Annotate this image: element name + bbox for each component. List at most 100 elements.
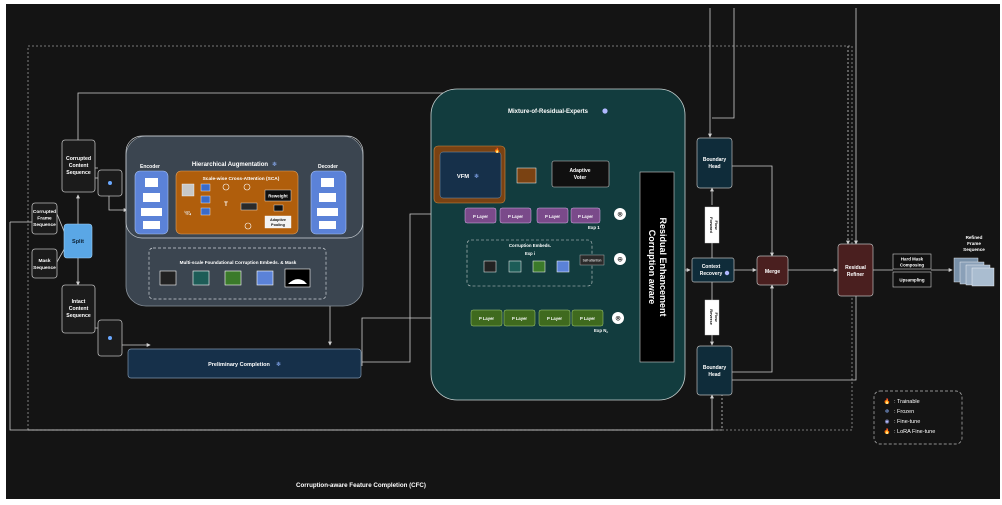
- split-label: Split: [72, 239, 84, 245]
- corrupted-content-label-1: Corrupted: [66, 156, 91, 162]
- fine-tune-icon: [108, 181, 112, 185]
- svg-text:P Layer: P Layer: [547, 316, 562, 321]
- legend-label: : Frozen: [894, 409, 914, 415]
- boundary-head-bottom: Boundary Head: [696, 345, 733, 396]
- adaptive-voter-label-2: Voter: [574, 175, 586, 181]
- self-attention-label: Self-attention: [583, 259, 602, 263]
- snowflake-icon: ❄: [276, 361, 281, 368]
- intact-content-label-1: Intact: [72, 299, 86, 305]
- residual-enhancement-label-2: Residual Enhancement: [658, 217, 668, 316]
- svg-text:⊗: ⊗: [617, 212, 623, 219]
- lora-icon: 🔥: [494, 147, 500, 154]
- svg-text:Merge: Merge: [765, 269, 780, 275]
- legend-label: : Fine-tune: [894, 419, 920, 425]
- add-operator: ⊕: [614, 253, 626, 265]
- snowflake-icon: ❄: [272, 161, 277, 168]
- hierarchical-augmentation-title: Hierarchical Augmentation: [192, 162, 268, 168]
- snowflake-icon: ❄: [885, 408, 890, 415]
- corruption-embeds-label: Corruption Embeds.: [509, 243, 551, 248]
- p-layer-top-1: P Layer: [464, 207, 497, 224]
- p-layer-top-4: P Layer: [570, 207, 601, 224]
- corrupted-content-label-2: Content: [69, 163, 89, 169]
- sca-block: Scale-wise Cross-Attention (SCA) T Rewei…: [175, 170, 299, 235]
- encoder-input-small-box: [97, 169, 123, 197]
- residual-enhancement-label-1: Corruption aware: [647, 230, 657, 305]
- corrupted-content-label-3: Sequence: [66, 170, 91, 176]
- multiply-operator-bottom: ⊗: [612, 312, 624, 324]
- preliminary-completion-box: Preliminary Completion ❄: [127, 348, 362, 379]
- forward-flow-box: Forward Flow: [704, 206, 720, 244]
- expert-embed-teal: [508, 260, 522, 273]
- svg-text:Context: Context: [702, 264, 721, 270]
- decoder-label: Decoder: [318, 164, 338, 170]
- p-layer-top-3: P Layer: [536, 207, 569, 224]
- flame-icon: 🔥: [884, 398, 891, 405]
- mask-label-2: Sequence: [33, 265, 56, 271]
- svg-text:Sequence: Sequence: [963, 247, 985, 252]
- intact-content-label-2: Content: [69, 306, 89, 312]
- svg-text:Hard Mask: Hard Mask: [901, 257, 924, 262]
- merge-box: Merge: [756, 255, 789, 286]
- mask-image: [284, 268, 311, 288]
- svg-text:Upsampling: Upsampling: [899, 278, 924, 283]
- corrupted-frame-label-1: Corrupted: [33, 209, 56, 215]
- adaptive-pooling-label-2: Pooling: [271, 223, 286, 227]
- expert-embed-black: [483, 260, 497, 273]
- vfm-label: VFM: [457, 174, 469, 180]
- corrupted-frame-label-3: Sequence: [33, 222, 56, 228]
- encoder-block: [134, 170, 169, 235]
- svg-text:Refined: Refined: [966, 235, 983, 240]
- feature-cube: [181, 183, 195, 197]
- p-layer-bottom-4: P Layer: [571, 309, 604, 327]
- expert-embed-green: [532, 260, 546, 273]
- fine-tune-icon: [602, 108, 608, 114]
- svg-text:P Layer: P Layer: [578, 214, 593, 219]
- moe-title: Mixture-of-Residual-Experts: [508, 109, 589, 115]
- architecture-diagram: Corrupted Content Sequence Corrupted Fra…: [6, 4, 1000, 499]
- split-box: Split: [63, 223, 93, 259]
- svg-text:Head: Head: [708, 164, 720, 170]
- legend-label: : Trainable: [894, 399, 920, 405]
- svg-text:Reverse: Reverse: [709, 309, 714, 325]
- p-layer-bottom-1: P Layer: [470, 309, 503, 327]
- p-layer-top-2: P Layer: [499, 207, 532, 224]
- svg-text:P Layer: P Layer: [479, 316, 494, 321]
- intact-content-label-3: Sequence: [66, 313, 91, 319]
- multiply-operator-top: ⊗: [614, 208, 626, 220]
- svg-text:Recovery: Recovery: [700, 271, 723, 277]
- intact-small-box: [97, 319, 123, 357]
- legend-box: 🔥: Trainable❄: Frozen◉: Fine-tune🔥: LoRA…: [873, 390, 963, 445]
- svg-text:Forward: Forward: [709, 217, 714, 233]
- multiscale-embeds-label: Multi-scale Foundational Corruption Embe…: [180, 260, 297, 265]
- upsampling-box: Upsampling: [892, 271, 932, 288]
- snowflake-icon: ❄: [474, 173, 479, 180]
- embed-cube-teal: [192, 270, 210, 286]
- exp-1-label: Exp 1: [588, 225, 600, 230]
- svg-text:⊕: ⊕: [617, 257, 623, 264]
- expert-embed-blue: [556, 260, 570, 273]
- svg-text:P Layer: P Layer: [545, 214, 560, 219]
- embed-cube-black: [159, 270, 177, 286]
- softmax-box: [240, 202, 258, 211]
- svg-text:Frame: Frame: [967, 241, 981, 246]
- transpose-symbol: T: [224, 202, 228, 208]
- embed-cube-blue: [256, 270, 274, 286]
- fine-tune-icon: [108, 336, 112, 340]
- svg-text:Refiner: Refiner: [847, 272, 864, 278]
- intact-content-sequence-box: Intact Content Sequence: [61, 284, 96, 334]
- reweight-label: Reweight: [268, 194, 288, 199]
- svg-text:⊗: ⊗: [615, 316, 621, 323]
- mask-label-1: Mask: [39, 258, 51, 264]
- encoder-label: Encoder: [140, 164, 160, 170]
- svg-text:Flow: Flow: [714, 312, 719, 322]
- adaptive-voter-box: [551, 160, 610, 188]
- svg-text:P Layer: P Layer: [508, 214, 523, 219]
- svg-text:Boundary: Boundary: [703, 157, 727, 163]
- vfm-box: [439, 151, 502, 199]
- legend-label: : LoRA Fine-tune: [894, 429, 935, 435]
- embed-cube-green: [224, 270, 242, 286]
- corrupted-frame-label-2: Frame: [37, 216, 52, 222]
- svg-text:P Layer: P Layer: [473, 214, 488, 219]
- mixture-of-residual-experts-panel: Mixture-of-Residual-Experts VFM ❄ 🔥 Adap…: [430, 88, 686, 401]
- cfc-title: Corruption-aware Feature Completion (CFC…: [296, 482, 426, 489]
